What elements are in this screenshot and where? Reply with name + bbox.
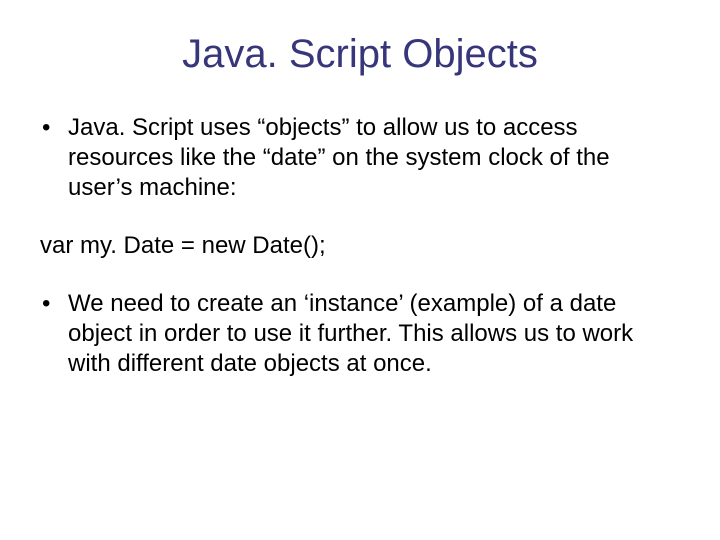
bullet-text: We need to create an ‘instance’ (example…: [68, 289, 680, 379]
slide-body: • Java. Script uses “objects” to allow u…: [40, 113, 680, 379]
slide: Java. Script Objects • Java. Script uses…: [0, 0, 720, 540]
slide-title: Java. Script Objects: [40, 32, 680, 77]
bullet-dot: •: [40, 289, 68, 379]
bullet-item: • We need to create an ‘instance’ (examp…: [40, 289, 680, 379]
code-line: var my. Date = new Date();: [40, 231, 680, 261]
bullet-text: Java. Script uses “objects” to allow us …: [68, 113, 680, 203]
bullet-dot: •: [40, 113, 68, 203]
bullet-item: • Java. Script uses “objects” to allow u…: [40, 113, 680, 203]
